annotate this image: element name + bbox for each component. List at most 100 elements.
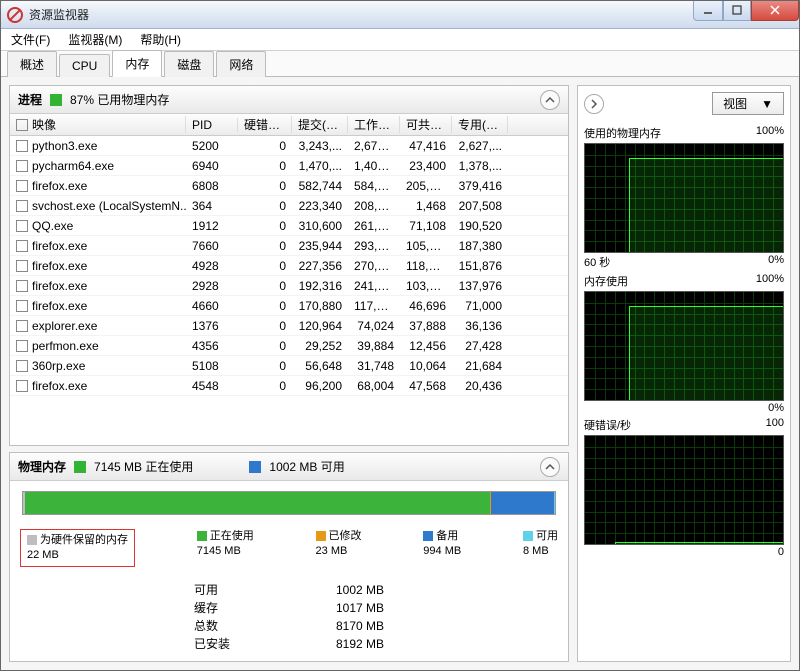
tab-memory[interactable]: 内存 xyxy=(112,50,162,77)
chart-min: 0% xyxy=(768,402,784,414)
row-checkbox[interactable] xyxy=(16,240,28,252)
menubar: 文件(F) 监视器(M) 帮助(H) xyxy=(1,29,799,51)
table-body[interactable]: python3.exe520003,243,...2,674,...47,416… xyxy=(10,136,568,445)
maximize-button[interactable] xyxy=(723,1,751,21)
tab-cpu[interactable]: CPU xyxy=(59,54,110,77)
table-row[interactable]: QQ.exe19120310,600261,62871,108190,520 xyxy=(10,216,568,236)
col-private[interactable]: 专用(KB) xyxy=(452,116,508,133)
cell-pid: 364 xyxy=(186,199,238,213)
close-button[interactable] xyxy=(751,1,799,21)
col-shareable[interactable]: 可共享(... xyxy=(400,116,452,133)
process-table: 映像 PID 硬错误/... 提交(KB) 工作集(... 可共享(... 专用… xyxy=(10,114,568,445)
row-checkbox[interactable] xyxy=(16,160,28,172)
cell-pid: 7660 xyxy=(186,239,238,253)
cell-pid: 6808 xyxy=(186,179,238,193)
cell-workingset: 293,316 xyxy=(348,239,400,253)
cell-workingset: 117,696 xyxy=(348,299,400,313)
memory-legends: 为硬件保留的内存22 MB 正在使用7145 MB 已修改23 MB 备用994… xyxy=(10,525,568,571)
row-checkbox[interactable] xyxy=(16,340,28,352)
collapse-processes-icon[interactable] xyxy=(540,90,560,110)
membar-free xyxy=(554,492,555,514)
row-checkbox[interactable] xyxy=(16,320,28,332)
inuse-swatch xyxy=(74,461,86,473)
right-top-bar: 视图▼ xyxy=(584,92,784,115)
tab-overview[interactable]: 概述 xyxy=(7,51,57,77)
minimize-button[interactable] xyxy=(693,1,723,21)
titlebar[interactable]: 资源监视器 xyxy=(1,1,799,29)
menu-file[interactable]: 文件(F) xyxy=(7,29,54,50)
table-row[interactable]: 360rp.exe5108056,64831,74810,06421,684 xyxy=(10,356,568,376)
processes-header[interactable]: 进程 87% 已用物理内存 xyxy=(10,86,568,114)
avail-label: 1002 MB 可用 xyxy=(269,458,344,475)
col-commit[interactable]: 提交(KB) xyxy=(292,116,348,133)
row-checkbox[interactable] xyxy=(16,220,28,232)
table-row[interactable]: firefox.exe49280227,356270,296118,420151… xyxy=(10,256,568,276)
physmem-title: 物理内存 xyxy=(18,458,66,475)
select-all-checkbox[interactable] xyxy=(16,119,28,131)
cell-private: 1,378,... xyxy=(452,159,508,173)
col-pid[interactable]: PID xyxy=(186,118,238,132)
row-checkbox[interactable] xyxy=(16,140,28,152)
chart-xaxis: 60 秒 xyxy=(584,254,610,270)
chart-1: 内存使用100%0% xyxy=(584,271,784,415)
cell-workingset: 2,674,... xyxy=(348,139,400,153)
col-hardfaults[interactable]: 硬错误/... xyxy=(238,116,292,133)
table-row[interactable]: python3.exe520003,243,...2,674,...47,416… xyxy=(10,136,568,156)
legend-inuse: 正在使用7145 MB xyxy=(197,529,254,567)
window-title: 资源监视器 xyxy=(29,6,693,23)
cell-shareable: 105,936 xyxy=(400,239,452,253)
physical-memory-panel: 物理内存 7145 MB 正在使用 1002 MB 可用 为硬件保留的内存22 … xyxy=(9,452,569,662)
collapse-physmem-icon[interactable] xyxy=(540,457,560,477)
cell-pid: 2928 xyxy=(186,279,238,293)
cell-hardfaults: 0 xyxy=(238,299,292,313)
cell-shareable: 47,416 xyxy=(400,139,452,153)
legend-modified: 已修改23 MB xyxy=(316,529,362,567)
cell-shareable: 47,568 xyxy=(400,379,452,393)
cell-shareable: 118,420 xyxy=(400,259,452,273)
row-checkbox[interactable] xyxy=(16,300,28,312)
cell-commit: 227,356 xyxy=(292,259,348,273)
table-header: 映像 PID 硬错误/... 提交(KB) 工作集(... 可共享(... 专用… xyxy=(10,114,568,136)
physmem-header[interactable]: 物理内存 7145 MB 正在使用 1002 MB 可用 xyxy=(10,453,568,481)
chart-box xyxy=(584,291,784,401)
table-row[interactable]: perfmon.exe4356029,25239,88412,45627,428 xyxy=(10,336,568,356)
table-row[interactable]: firefox.exe46600170,880117,69646,69671,0… xyxy=(10,296,568,316)
view-dropdown[interactable]: 视图▼ xyxy=(712,92,784,115)
tab-disk[interactable]: 磁盘 xyxy=(164,51,214,77)
col-workingset[interactable]: 工作集(... xyxy=(348,116,400,133)
menu-monitor[interactable]: 监视器(M) xyxy=(64,29,126,50)
table-row[interactable]: firefox.exe4548096,20068,00447,56820,436 xyxy=(10,376,568,396)
cell-workingset: 1,401,... xyxy=(348,159,400,173)
cell-workingset: 241,304 xyxy=(348,279,400,293)
menu-help[interactable]: 帮助(H) xyxy=(136,29,185,50)
cell-commit: 223,340 xyxy=(292,199,348,213)
cell-shareable: 46,696 xyxy=(400,299,452,313)
cell-private: 190,520 xyxy=(452,219,508,233)
row-checkbox[interactable] xyxy=(16,360,28,372)
col-image[interactable]: 映像 xyxy=(10,116,186,133)
tab-network[interactable]: 网络 xyxy=(216,51,266,77)
cell-pid: 1912 xyxy=(186,219,238,233)
process-name: firefox.exe xyxy=(32,239,87,253)
legend-hardware: 为硬件保留的内存22 MB xyxy=(20,529,135,567)
table-row[interactable]: pycharm64.exe694001,470,...1,401,...23,4… xyxy=(10,156,568,176)
row-checkbox[interactable] xyxy=(16,180,28,192)
row-checkbox[interactable] xyxy=(16,260,28,272)
processes-title: 进程 xyxy=(18,91,42,108)
dropdown-icon: ▼ xyxy=(761,97,773,111)
row-checkbox[interactable] xyxy=(16,200,28,212)
cell-private: 187,380 xyxy=(452,239,508,253)
table-row[interactable]: firefox.exe76600235,944293,316105,936187… xyxy=(10,236,568,256)
table-row[interactable]: firefox.exe29280192,316241,304103,328137… xyxy=(10,276,568,296)
cell-private: 71,000 xyxy=(452,299,508,313)
cell-shareable: 10,064 xyxy=(400,359,452,373)
legend-standby: 备用994 MB xyxy=(423,529,461,567)
cell-hardfaults: 0 xyxy=(238,219,292,233)
table-row[interactable]: explorer.exe13760120,96474,02437,88836,1… xyxy=(10,316,568,336)
table-row[interactable]: svchost.exe (LocalSystemN...3640223,3402… xyxy=(10,196,568,216)
collapse-charts-icon[interactable] xyxy=(584,94,604,114)
row-checkbox[interactable] xyxy=(16,280,28,292)
table-row[interactable]: firefox.exe68080582,744584,752205,336379… xyxy=(10,176,568,196)
cell-commit: 3,243,... xyxy=(292,139,348,153)
row-checkbox[interactable] xyxy=(16,380,28,392)
